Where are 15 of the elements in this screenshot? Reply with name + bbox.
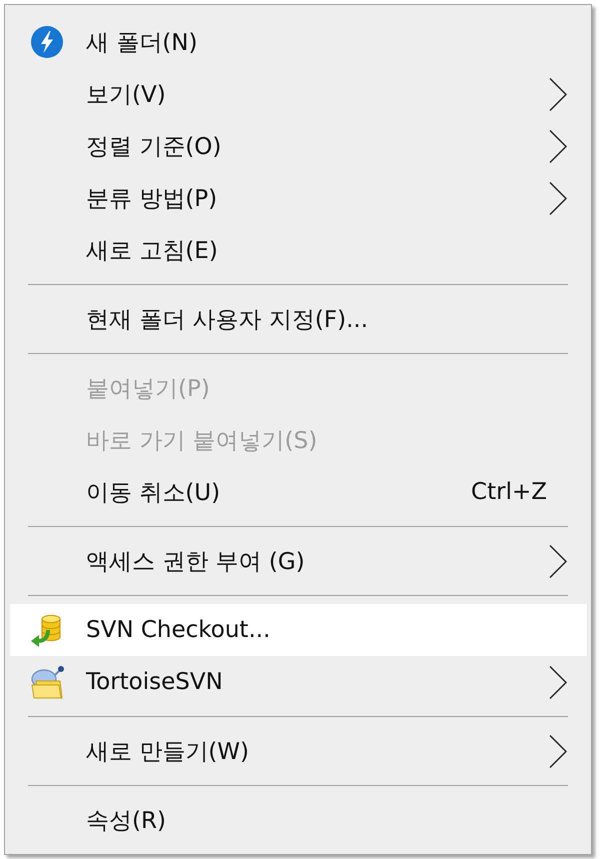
menu-item[interactable]: 정렬 기준(O) — [10, 120, 587, 172]
menu-item[interactable]: 새 폴더(N) — [10, 16, 587, 68]
menu-item[interactable]: 새로 만들기(W) — [10, 725, 587, 777]
shortcut-label: Ctrl+Z — [471, 479, 547, 505]
menu-item[interactable]: SVN Checkout... — [10, 604, 587, 656]
menu-item[interactable]: 속성(R) — [10, 794, 587, 846]
menu-item[interactable]: 현재 폴더 사용자 지정(F)... — [10, 293, 587, 345]
lightning-icon — [31, 26, 63, 58]
menu-item[interactable]: 보기(V) — [10, 68, 587, 120]
menu-item[interactable]: 분류 방법(P) — [10, 172, 587, 224]
turtle-folder-icon — [29, 665, 65, 699]
menu-item[interactable]: 액세스 권한 부여 (G) — [10, 535, 587, 587]
menu-item[interactable]: 이동 취소(U) Ctrl+Z — [10, 466, 587, 518]
menu-item[interactable]: TortoiseSVN — [10, 656, 587, 708]
menu-item[interactable]: 새로 고침(E) — [10, 224, 587, 276]
